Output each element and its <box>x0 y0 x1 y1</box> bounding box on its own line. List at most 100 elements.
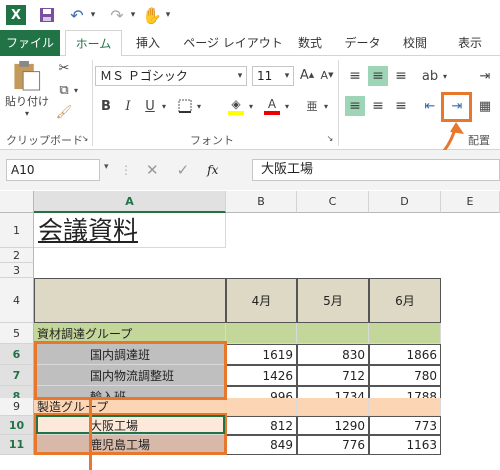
value-cell[interactable]: 830 <box>297 344 369 365</box>
row-header-7[interactable]: 7 <box>0 365 34 386</box>
row-header-4[interactable]: 4 <box>0 278 34 323</box>
paste-button[interactable]: 貼り付け ▾ <box>4 60 50 118</box>
align-bottom-icon[interactable]: ≡ <box>391 66 411 86</box>
fill-color-icon[interactable]: ◈ <box>226 94 246 118</box>
sheet-title-cell[interactable]: 会議資料 <box>34 213 226 248</box>
row-header-3[interactable]: 3 <box>0 263 34 278</box>
header-blank-cell[interactable] <box>34 278 226 323</box>
tab-data[interactable]: データ <box>340 30 385 56</box>
column-header-E[interactable]: E <box>441 191 500 213</box>
row-header-1[interactable]: 1 <box>0 213 34 248</box>
decrease-font-icon[interactable]: A ▼ <box>318 64 336 86</box>
redo-dropdown-icon[interactable]: ▾ <box>128 4 138 26</box>
value-cell[interactable]: 812 <box>226 416 297 435</box>
value-cell[interactable]: 1866 <box>369 344 441 365</box>
increase-font-icon[interactable]: A ▲ <box>298 64 316 86</box>
touch-mode-icon[interactable]: ✋ <box>142 4 162 26</box>
tab-file[interactable]: ファイル <box>0 30 60 56</box>
column-header-C[interactable]: C <box>297 191 369 213</box>
font-name-combo[interactable]: ＭＳ Ｐゴシック <box>95 66 247 86</box>
fill-color-dropdown-icon[interactable]: ▾ <box>246 96 256 116</box>
align-top-icon[interactable]: ≡ <box>345 66 365 86</box>
group-fill-cell[interactable] <box>226 398 297 416</box>
tab-formulas[interactable]: 数式 <box>290 30 330 56</box>
font-launcher-icon[interactable]: ↘ <box>325 132 335 144</box>
name-box[interactable]: A10 <box>6 159 100 181</box>
qat-customize-icon[interactable]: ▾ <box>162 4 174 26</box>
title-bar: X ↶ ▾ ↷ ▾ ✋ ▾ <box>0 0 500 30</box>
copy-dropdown-icon[interactable]: ▾ <box>72 80 80 100</box>
column-header-B[interactable]: B <box>226 191 297 213</box>
formula-bar-buttons: ⋮ ✕ ✓ fx <box>120 159 248 181</box>
row-header-11[interactable]: 11 <box>0 435 34 455</box>
value-cell[interactable]: 1163 <box>369 435 441 455</box>
group-fill-cell[interactable] <box>226 323 297 344</box>
font-group-label: フォント <box>190 134 234 147</box>
row-header-10[interactable]: 10 <box>0 416 34 435</box>
underline-dropdown-icon[interactable]: ▾ <box>159 96 169 116</box>
cancel-icon[interactable]: ✕ <box>146 161 159 179</box>
tab-review[interactable]: 校閲 <box>395 30 435 56</box>
value-cell[interactable]: 780 <box>369 365 441 386</box>
phonetic-icon[interactable]: 亜 <box>303 96 321 116</box>
select-all-corner[interactable] <box>0 191 34 213</box>
tab-home[interactable]: ホーム <box>65 30 122 59</box>
month-header-cell[interactable]: 4月 <box>226 278 297 323</box>
save-icon[interactable] <box>36 4 58 26</box>
value-cell[interactable]: 773 <box>369 416 441 435</box>
group-fill-cell[interactable] <box>369 398 441 416</box>
tab-insert[interactable]: 挿入 <box>128 30 168 56</box>
clipboard-launcher-icon[interactable]: ↘ <box>80 132 90 144</box>
value-cell[interactable]: 776 <box>297 435 369 455</box>
row-header-6[interactable]: 6 <box>0 344 34 365</box>
undo-icon[interactable]: ↶ <box>66 4 88 26</box>
tab-page-layout[interactable]: ページ レイアウト <box>183 30 283 56</box>
name-box-dropdown-icon[interactable]: ▾ <box>104 162 116 178</box>
border-dropdown-icon[interactable]: ▾ <box>194 96 204 116</box>
row-header-5[interactable]: 5 <box>0 323 34 344</box>
font-color-icon[interactable]: A <box>262 94 282 118</box>
phonetic-dropdown-icon[interactable]: ▾ <box>321 96 331 116</box>
enter-icon[interactable]: ✓ <box>177 161 190 179</box>
underline-icon[interactable]: U <box>141 96 159 116</box>
merge-center-icon[interactable]: ▦ <box>474 96 496 116</box>
value-cell[interactable]: 1619 <box>226 344 297 365</box>
row-header-2[interactable]: 2 <box>0 248 34 263</box>
align-middle-icon[interactable]: ≡ <box>368 66 388 86</box>
value-cell[interactable]: 1426 <box>226 365 297 386</box>
group-fill-cell[interactable] <box>297 323 369 344</box>
wrap-text-icon[interactable]: ⇥ <box>474 66 496 86</box>
column-header-A[interactable]: A <box>34 191 226 213</box>
border-icon[interactable] <box>176 96 194 116</box>
insert-function-icon[interactable]: fx <box>207 163 218 177</box>
group-fill-cell[interactable] <box>369 323 441 344</box>
value-cell[interactable]: 849 <box>226 435 297 455</box>
decrease-indent-icon[interactable]: ⇤ <box>420 96 440 116</box>
formula-bar-area: A10 ▾ ⋮ ✕ ✓ fx 大阪工場 <box>0 150 500 190</box>
font-name-dropdown-icon[interactable]: ▾ <box>234 68 246 84</box>
orientation-dropdown-icon[interactable]: ▾ <box>440 66 450 86</box>
tab-view[interactable]: 表示 <box>450 30 490 56</box>
align-right-icon[interactable]: ≡ <box>391 96 411 116</box>
format-painter-icon[interactable]: 🖌 <box>54 102 74 122</box>
month-header-cell[interactable]: 6月 <box>369 278 441 323</box>
redo-icon[interactable]: ↷ <box>106 4 128 26</box>
copy-icon[interactable]: ⧉ <box>54 80 74 100</box>
align-left-icon[interactable]: ≡ <box>345 96 365 116</box>
font-size-dropdown-icon[interactable]: ▾ <box>281 68 293 84</box>
group-fill-cell[interactable] <box>297 398 369 416</box>
italic-icon[interactable]: I <box>119 96 137 116</box>
row-header-9[interactable]: 9 <box>0 398 34 416</box>
value-cell[interactable]: 1290 <box>297 416 369 435</box>
column-header-D[interactable]: D <box>369 191 441 213</box>
bold-icon[interactable]: B <box>97 96 115 116</box>
value-cell[interactable]: 712 <box>297 365 369 386</box>
undo-dropdown-icon[interactable]: ▾ <box>88 4 98 26</box>
formula-input[interactable]: 大阪工場 <box>252 159 500 181</box>
font-color-dropdown-icon[interactable]: ▾ <box>282 96 292 116</box>
orientation-icon[interactable]: ab <box>420 66 440 86</box>
month-header-cell[interactable]: 5月 <box>297 278 369 323</box>
cut-icon[interactable]: ✂ <box>54 58 74 78</box>
drag-handle-icon[interactable]: ⋮ <box>120 163 132 177</box>
align-center-icon[interactable]: ≡ <box>368 96 388 116</box>
